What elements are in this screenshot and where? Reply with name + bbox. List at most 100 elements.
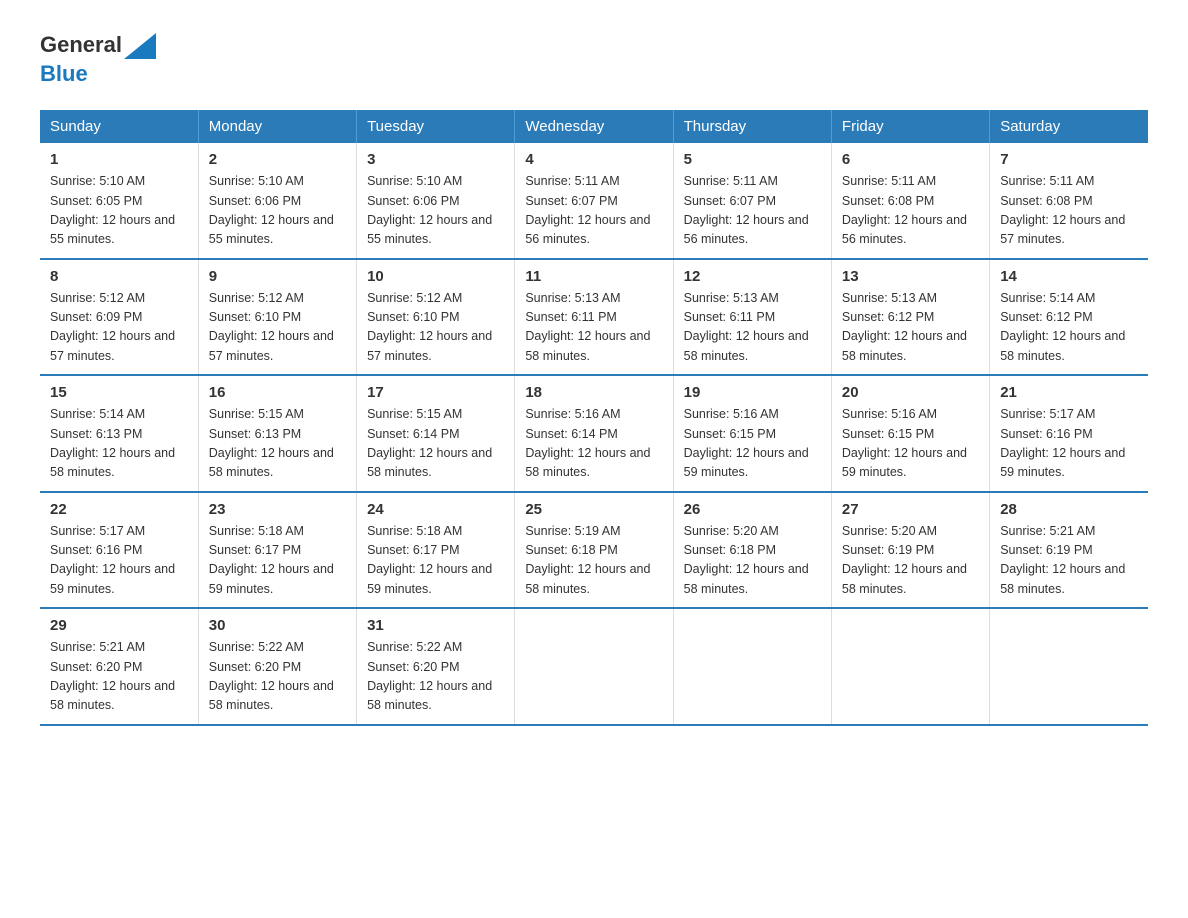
day-info: Sunrise: 5:22 AMSunset: 6:20 PMDaylight:… (209, 638, 346, 716)
weekday-wednesday: Wednesday (515, 110, 673, 143)
calendar-day-cell: 11Sunrise: 5:13 AMSunset: 6:11 PMDayligh… (515, 259, 673, 376)
day-number: 8 (50, 268, 188, 285)
day-number: 15 (50, 384, 188, 401)
day-number: 18 (525, 384, 662, 401)
day-number: 4 (525, 151, 662, 168)
day-info: Sunrise: 5:11 AMSunset: 6:08 PMDaylight:… (1000, 172, 1138, 250)
day-info: Sunrise: 5:11 AMSunset: 6:07 PMDaylight:… (525, 172, 662, 250)
day-info: Sunrise: 5:13 AMSunset: 6:12 PMDaylight:… (842, 289, 979, 367)
day-number: 5 (684, 151, 821, 168)
calendar-day-cell: 4 Sunrise: 5:11 AMSunset: 6:07 PMDaylight… (515, 143, 673, 259)
calendar-day-cell: 10Sunrise: 5:12 AMSunset: 6:10 PMDayligh… (357, 259, 515, 376)
weekday-friday: Friday (831, 110, 989, 143)
day-info: Sunrise: 5:15 AMSunset: 6:14 PMDaylight:… (367, 405, 504, 483)
calendar-day-cell: 16 Sunrise: 5:15 AMSunset: 6:13 PMDayligh… (198, 375, 356, 492)
calendar-day-cell: 6 Sunrise: 5:11 AMSunset: 6:08 PMDaylight… (831, 143, 989, 259)
calendar-day-cell: 8 Sunrise: 5:12 AMSunset: 6:09 PMDaylight… (40, 259, 198, 376)
calendar-body: 1 Sunrise: 5:10 AMSunset: 6:05 PMDaylight… (40, 143, 1148, 725)
logo: GeneralBlue (40, 30, 156, 86)
calendar-day-cell: 14Sunrise: 5:14 AMSunset: 6:12 PMDayligh… (990, 259, 1148, 376)
day-info: Sunrise: 5:18 AMSunset: 6:17 PMDaylight:… (209, 522, 346, 600)
day-info: Sunrise: 5:16 AMSunset: 6:14 PMDaylight:… (525, 405, 662, 483)
calendar-day-cell: 1 Sunrise: 5:10 AMSunset: 6:05 PMDaylight… (40, 143, 198, 259)
logo-blue-text: Blue (40, 61, 88, 86)
calendar-day-cell: 17 Sunrise: 5:15 AMSunset: 6:14 PMDayligh… (357, 375, 515, 492)
day-info: Sunrise: 5:12 AMSunset: 6:10 PMDaylight:… (209, 289, 346, 367)
day-number: 7 (1000, 151, 1138, 168)
logo-text: GeneralBlue (40, 30, 156, 86)
calendar-day-cell (515, 608, 673, 725)
day-info: Sunrise: 5:21 AMSunset: 6:20 PMDaylight:… (50, 638, 188, 716)
calendar-day-cell: 26 Sunrise: 5:20 AMSunset: 6:18 PMDayligh… (673, 492, 831, 609)
week-row-5: 29 Sunrise: 5:21 AMSunset: 6:20 PMDayligh… (40, 608, 1148, 725)
day-number: 2 (209, 151, 346, 168)
page-header: GeneralBlue (40, 30, 1148, 86)
calendar-day-cell: 13 Sunrise: 5:13 AMSunset: 6:12 PMDayligh… (831, 259, 989, 376)
day-number: 31 (367, 617, 504, 634)
calendar-day-cell: 15 Sunrise: 5:14 AMSunset: 6:13 PMDayligh… (40, 375, 198, 492)
day-info: Sunrise: 5:16 AMSunset: 6:15 PMDaylight:… (842, 405, 979, 483)
day-info: Sunrise: 5:18 AMSunset: 6:17 PMDaylight:… (367, 522, 504, 600)
calendar-header: SundayMondayTuesdayWednesdayThursdayFrid… (40, 110, 1148, 143)
day-info: Sunrise: 5:21 AMSunset: 6:19 PMDaylight:… (1000, 522, 1138, 600)
calendar-day-cell: 18 Sunrise: 5:16 AMSunset: 6:14 PMDayligh… (515, 375, 673, 492)
day-info: Sunrise: 5:19 AMSunset: 6:18 PMDaylight:… (525, 522, 662, 600)
day-info: Sunrise: 5:14 AMSunset: 6:13 PMDaylight:… (50, 405, 188, 483)
day-number: 25 (525, 501, 662, 518)
day-number: 17 (367, 384, 504, 401)
calendar-day-cell: 2 Sunrise: 5:10 AMSunset: 6:06 PMDaylight… (198, 143, 356, 259)
day-number: 16 (209, 384, 346, 401)
day-info: Sunrise: 5:13 AMSunset: 6:11 PMDaylight:… (684, 289, 821, 367)
calendar-day-cell: 9 Sunrise: 5:12 AMSunset: 6:10 PMDaylight… (198, 259, 356, 376)
day-number: 6 (842, 151, 979, 168)
calendar-day-cell: 19 Sunrise: 5:16 AMSunset: 6:15 PMDayligh… (673, 375, 831, 492)
calendar-day-cell: 5 Sunrise: 5:11 AMSunset: 6:07 PMDaylight… (673, 143, 831, 259)
weekday-header-row: SundayMondayTuesdayWednesdayThursdayFrid… (40, 110, 1148, 143)
weekday-monday: Monday (198, 110, 356, 143)
day-info: Sunrise: 5:13 AMSunset: 6:11 PMDaylight:… (525, 289, 662, 367)
day-info: Sunrise: 5:10 AMSunset: 6:06 PMDaylight:… (367, 172, 504, 250)
day-info: Sunrise: 5:11 AMSunset: 6:08 PMDaylight:… (842, 172, 979, 250)
day-number: 13 (842, 268, 979, 285)
day-number: 22 (50, 501, 188, 518)
week-row-2: 8 Sunrise: 5:12 AMSunset: 6:09 PMDaylight… (40, 259, 1148, 376)
day-number: 19 (684, 384, 821, 401)
calendar-day-cell (990, 608, 1148, 725)
weekday-thursday: Thursday (673, 110, 831, 143)
calendar-day-cell: 24Sunrise: 5:18 AMSunset: 6:17 PMDayligh… (357, 492, 515, 609)
day-info: Sunrise: 5:17 AMSunset: 6:16 PMDaylight:… (50, 522, 188, 600)
day-info: Sunrise: 5:10 AMSunset: 6:05 PMDaylight:… (50, 172, 188, 250)
day-number: 29 (50, 617, 188, 634)
calendar-day-cell: 31Sunrise: 5:22 AMSunset: 6:20 PMDayligh… (357, 608, 515, 725)
day-info: Sunrise: 5:15 AMSunset: 6:13 PMDaylight:… (209, 405, 346, 483)
calendar-day-cell: 28 Sunrise: 5:21 AMSunset: 6:19 PMDayligh… (990, 492, 1148, 609)
logo-triangle-icon (124, 30, 156, 62)
calendar-day-cell: 20Sunrise: 5:16 AMSunset: 6:15 PMDayligh… (831, 375, 989, 492)
week-row-4: 22 Sunrise: 5:17 AMSunset: 6:16 PMDayligh… (40, 492, 1148, 609)
calendar-day-cell (831, 608, 989, 725)
day-info: Sunrise: 5:10 AMSunset: 6:06 PMDaylight:… (209, 172, 346, 250)
day-info: Sunrise: 5:20 AMSunset: 6:18 PMDaylight:… (684, 522, 821, 600)
calendar-day-cell (673, 608, 831, 725)
week-row-1: 1 Sunrise: 5:10 AMSunset: 6:05 PMDaylight… (40, 143, 1148, 259)
calendar-day-cell: 25 Sunrise: 5:19 AMSunset: 6:18 PMDayligh… (515, 492, 673, 609)
day-info: Sunrise: 5:11 AMSunset: 6:07 PMDaylight:… (684, 172, 821, 250)
day-info: Sunrise: 5:16 AMSunset: 6:15 PMDaylight:… (684, 405, 821, 483)
calendar-day-cell: 21Sunrise: 5:17 AMSunset: 6:16 PMDayligh… (990, 375, 1148, 492)
calendar-day-cell: 22 Sunrise: 5:17 AMSunset: 6:16 PMDayligh… (40, 492, 198, 609)
day-number: 10 (367, 268, 504, 285)
calendar-day-cell: 12 Sunrise: 5:13 AMSunset: 6:11 PMDayligh… (673, 259, 831, 376)
day-number: 28 (1000, 501, 1138, 518)
day-info: Sunrise: 5:12 AMSunset: 6:09 PMDaylight:… (50, 289, 188, 367)
calendar-day-cell: 7 Sunrise: 5:11 AMSunset: 6:08 PMDaylight… (990, 143, 1148, 259)
day-number: 12 (684, 268, 821, 285)
day-number: 9 (209, 268, 346, 285)
day-number: 1 (50, 151, 188, 168)
weekday-saturday: Saturday (990, 110, 1148, 143)
calendar-table: SundayMondayTuesdayWednesdayThursdayFrid… (40, 110, 1148, 726)
day-number: 23 (209, 501, 346, 518)
day-number: 14 (1000, 268, 1138, 285)
day-number: 30 (209, 617, 346, 634)
calendar-day-cell: 3Sunrise: 5:10 AMSunset: 6:06 PMDaylight… (357, 143, 515, 259)
day-number: 26 (684, 501, 821, 518)
